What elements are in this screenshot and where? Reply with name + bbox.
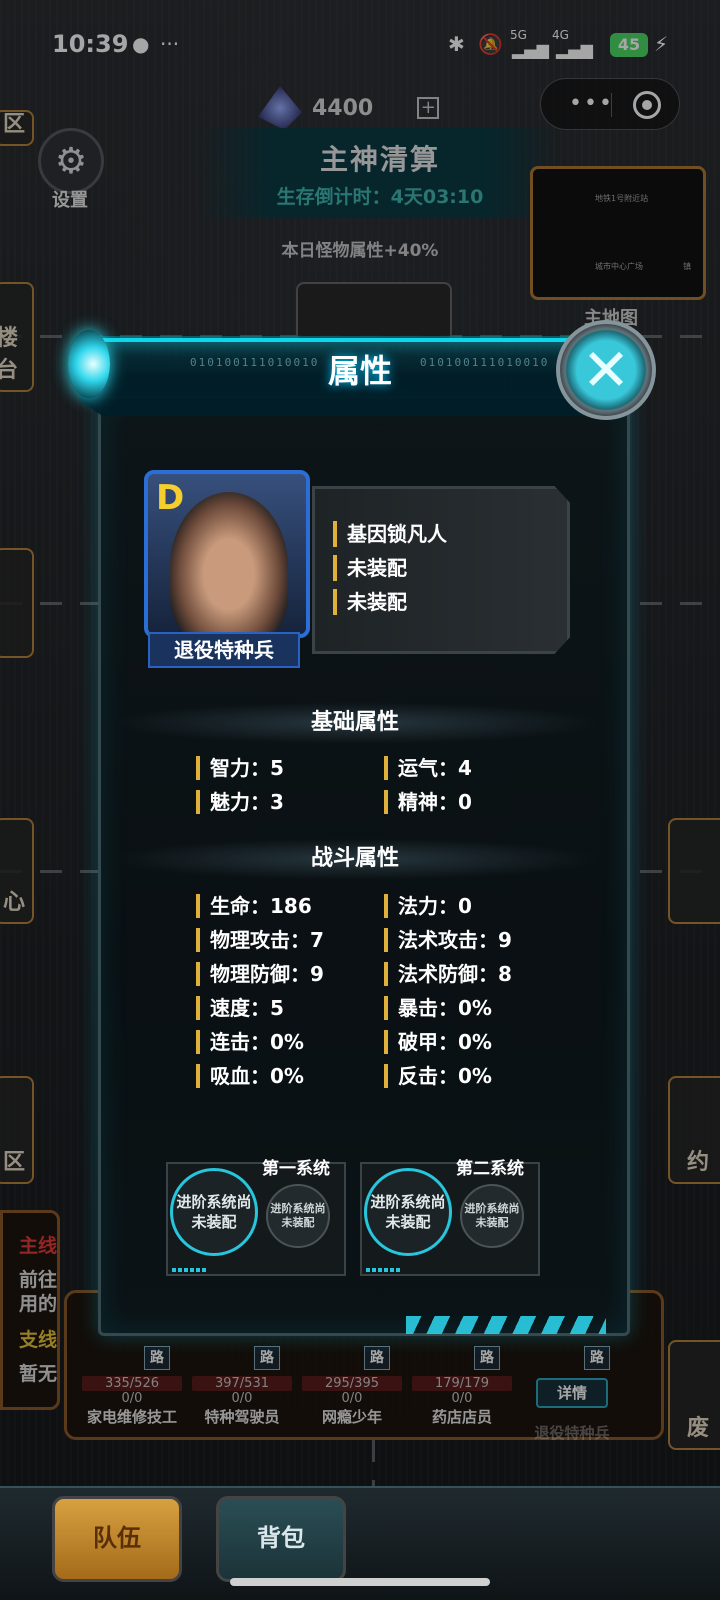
close-button[interactable]: ✕ <box>556 320 656 420</box>
stripe-decoration <box>406 1316 606 1334</box>
grade-badge: D <box>156 478 185 518</box>
system-main-socket[interactable]: 进阶系统尚未装配 <box>364 1168 452 1256</box>
system-slot-2[interactable]: 第二系统 进阶系统尚未装配 进阶系统尚未装配 <box>360 1154 540 1276</box>
equip-slot[interactable]: 未装配 <box>333 555 407 581</box>
stat-counter: 反击：0% <box>384 1064 492 1088</box>
gene-lock-label: 基因锁凡人 <box>333 521 447 547</box>
equipment-panel: 基因锁凡人 未装配 未装配 <box>312 486 570 654</box>
character-portrait[interactable]: D <box>144 470 310 638</box>
character-name: 退役特种兵 <box>148 632 300 668</box>
stat-phys-def: 物理防御：9 <box>196 962 324 986</box>
system-title: 第一系统 <box>262 1159 330 1179</box>
basic-stats-heading: 基础属性 <box>110 702 600 744</box>
stat-luck: 运气：4 <box>384 756 472 780</box>
character-face <box>170 492 288 634</box>
stat-lifesteal: 吸血：0% <box>196 1064 304 1088</box>
tab-team[interactable]: 队伍 <box>52 1496 182 1582</box>
system-sub-socket[interactable]: 进阶系统尚未装配 <box>266 1184 330 1248</box>
system-slot-1[interactable]: 第一系统 进阶系统尚未装配 进阶系统尚未装配 <box>166 1154 346 1276</box>
tab-bag[interactable]: 背包 <box>216 1496 346 1582</box>
stat-spirit: 精神：0 <box>384 790 472 814</box>
stat-charisma: 魅力：3 <box>196 790 284 814</box>
close-icon: ✕ <box>581 336 631 404</box>
attributes-modal: 010100111010010 010100111010010 属性 ✕ D 退… <box>68 316 656 1346</box>
system-indicator <box>172 1268 206 1272</box>
stat-intelligence: 智力：5 <box>196 756 284 780</box>
system-title: 第二系统 <box>456 1159 524 1179</box>
system-sub-socket[interactable]: 进阶系统尚未装配 <box>460 1184 524 1248</box>
stat-speed: 速度：5 <box>196 996 284 1020</box>
lamp-decoration <box>68 330 110 398</box>
equip-slot[interactable]: 未装配 <box>333 589 407 615</box>
stat-mag-atk: 法术攻击：9 <box>384 928 512 952</box>
system-indicator <box>366 1268 400 1272</box>
system-main-socket[interactable]: 进阶系统尚未装配 <box>170 1168 258 1256</box>
home-indicator[interactable] <box>230 1578 490 1586</box>
stat-armor-break: 破甲：0% <box>384 1030 492 1054</box>
stat-mag-def: 法术防御：8 <box>384 962 512 986</box>
stat-crit: 暴击：0% <box>384 996 492 1020</box>
combat-stats-heading: 战斗属性 <box>110 838 600 880</box>
stat-hp: 生命：186 <box>196 894 312 918</box>
stat-combo: 连击：0% <box>196 1030 304 1054</box>
stat-mp: 法力：0 <box>384 894 472 918</box>
stat-phys-atk: 物理攻击：7 <box>196 928 324 952</box>
header-glow-line <box>100 338 620 342</box>
